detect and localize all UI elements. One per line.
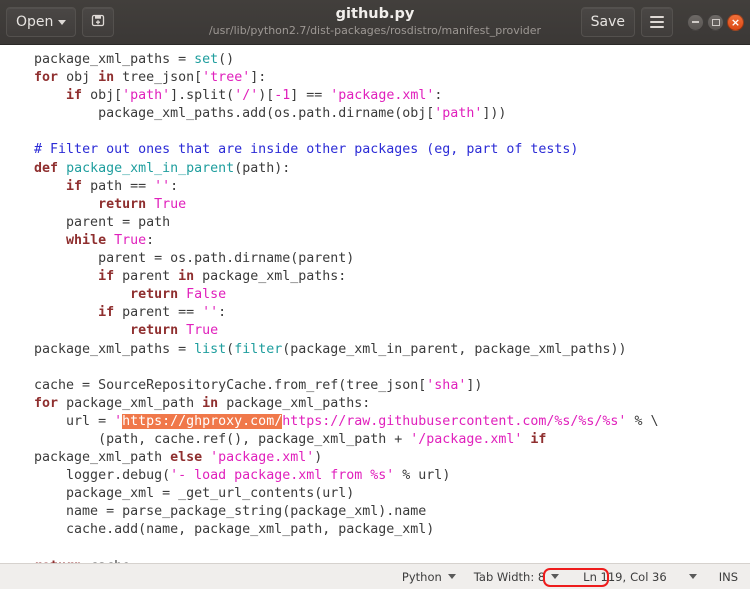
- close-button[interactable]: ×: [727, 13, 744, 31]
- code-line: return False: [130, 287, 227, 303]
- close-icon: ×: [730, 15, 741, 29]
- save-button-label: Save: [590, 14, 625, 30]
- code-line: for obj in tree_json['tree']:: [34, 70, 267, 86]
- title-bar: Open github.py /usr/lib/python2.7/dist-p…: [0, 0, 750, 45]
- code-line: parent = path: [2, 214, 171, 230]
- new-document-icon: [90, 12, 106, 32]
- menu-button[interactable]: [641, 7, 673, 37]
- code-line: if parent == '':: [98, 305, 227, 321]
- code-line: package_xml_paths = set(): [2, 52, 235, 67]
- chevron-down-icon: [688, 574, 697, 579]
- titlebar-right-controls: Save ×: [580, 7, 744, 37]
- chevron-down-icon: [58, 19, 67, 25]
- code-line: name = parse_package_string(package_xml)…: [2, 504, 427, 520]
- gedit-window: Open github.py /usr/lib/python2.7/dist-p…: [0, 0, 750, 589]
- code-line: # Filter out ones that are inside other …: [34, 142, 579, 158]
- cursor-line-label: Ln 119,: [583, 569, 627, 584]
- language-selector[interactable]: Python: [402, 570, 456, 584]
- chevron-down-icon: [447, 574, 456, 579]
- code-line: while True:: [66, 232, 155, 248]
- titlebar-left-controls: Open: [6, 7, 115, 37]
- code-line: package_xml_path else 'package.xml'): [2, 450, 323, 466]
- maximize-icon: [711, 18, 720, 26]
- new-document-button[interactable]: [82, 7, 115, 37]
- minimize-button[interactable]: [687, 13, 704, 31]
- source-code[interactable]: package_xml_paths = set() for obj in tre…: [0, 45, 750, 563]
- code-line: logger.debug('- load package.xml from %s…: [2, 468, 451, 484]
- maximize-button[interactable]: [707, 13, 724, 31]
- code-line: (path, cache.ref(), package_xml_path + '…: [2, 431, 547, 447]
- code-line: url = 'https://ghproxy.com/https://raw.g…: [2, 413, 659, 429]
- code-line: return True: [130, 323, 219, 339]
- code-line: cache.add(name, package_xml_path, packag…: [2, 522, 435, 538]
- file-path-subtitle: /usr/lib/python2.7/dist-packages/rosdist…: [208, 24, 542, 37]
- code-line: package_xml_paths = list(filter(package_…: [2, 341, 627, 357]
- save-button[interactable]: Save: [580, 7, 635, 37]
- insert-mode-label: INS: [718, 569, 738, 584]
- open-button-label: Open: [16, 14, 54, 30]
- code-line: parent = os.path.dirname(parent): [2, 251, 355, 267]
- code-line: if obj['path'].split('/')[-1] == 'packag…: [66, 88, 443, 104]
- insert-mode-indicator: INS: [719, 570, 738, 584]
- code-line: for package_xml_path in package_xml_path…: [34, 395, 371, 411]
- code-line: package_xml_paths.add(os.path.dirname(ob…: [2, 106, 507, 122]
- language-label: Python: [401, 569, 442, 584]
- tab-width-label: Tab Width: 8: [473, 569, 546, 584]
- chevron-down-icon: [551, 574, 560, 579]
- hamburger-menu-icon: [650, 16, 664, 28]
- cursor-column-label: Col 36: [630, 569, 667, 584]
- position-dropdown-button[interactable]: [688, 574, 697, 579]
- selected-text: https://ghproxy.com/: [122, 413, 283, 429]
- code-line: return True: [98, 196, 187, 212]
- code-line: if parent in package_xml_paths:: [98, 269, 347, 285]
- code-line: if path == '':: [66, 178, 179, 194]
- page-title: github.py: [335, 6, 415, 22]
- open-button[interactable]: Open: [6, 7, 77, 37]
- status-bar: Python Tab Width: 8 Ln 119, Col 36 INS: [0, 563, 750, 589]
- cursor-position: Ln 119, Col 36: [583, 570, 667, 584]
- window-controls: ×: [687, 13, 744, 31]
- code-line: cache = SourceRepositoryCache.from_ref(t…: [2, 377, 483, 393]
- minimize-icon: [692, 21, 699, 23]
- code-line: def package_xml_in_parent(path):: [34, 160, 291, 176]
- tab-width-selector[interactable]: Tab Width: 8: [473, 569, 560, 584]
- code-editor-area[interactable]: package_xml_paths = set() for obj in tre…: [0, 45, 750, 563]
- code-line: package_xml = _get_url_contents(url): [2, 486, 355, 502]
